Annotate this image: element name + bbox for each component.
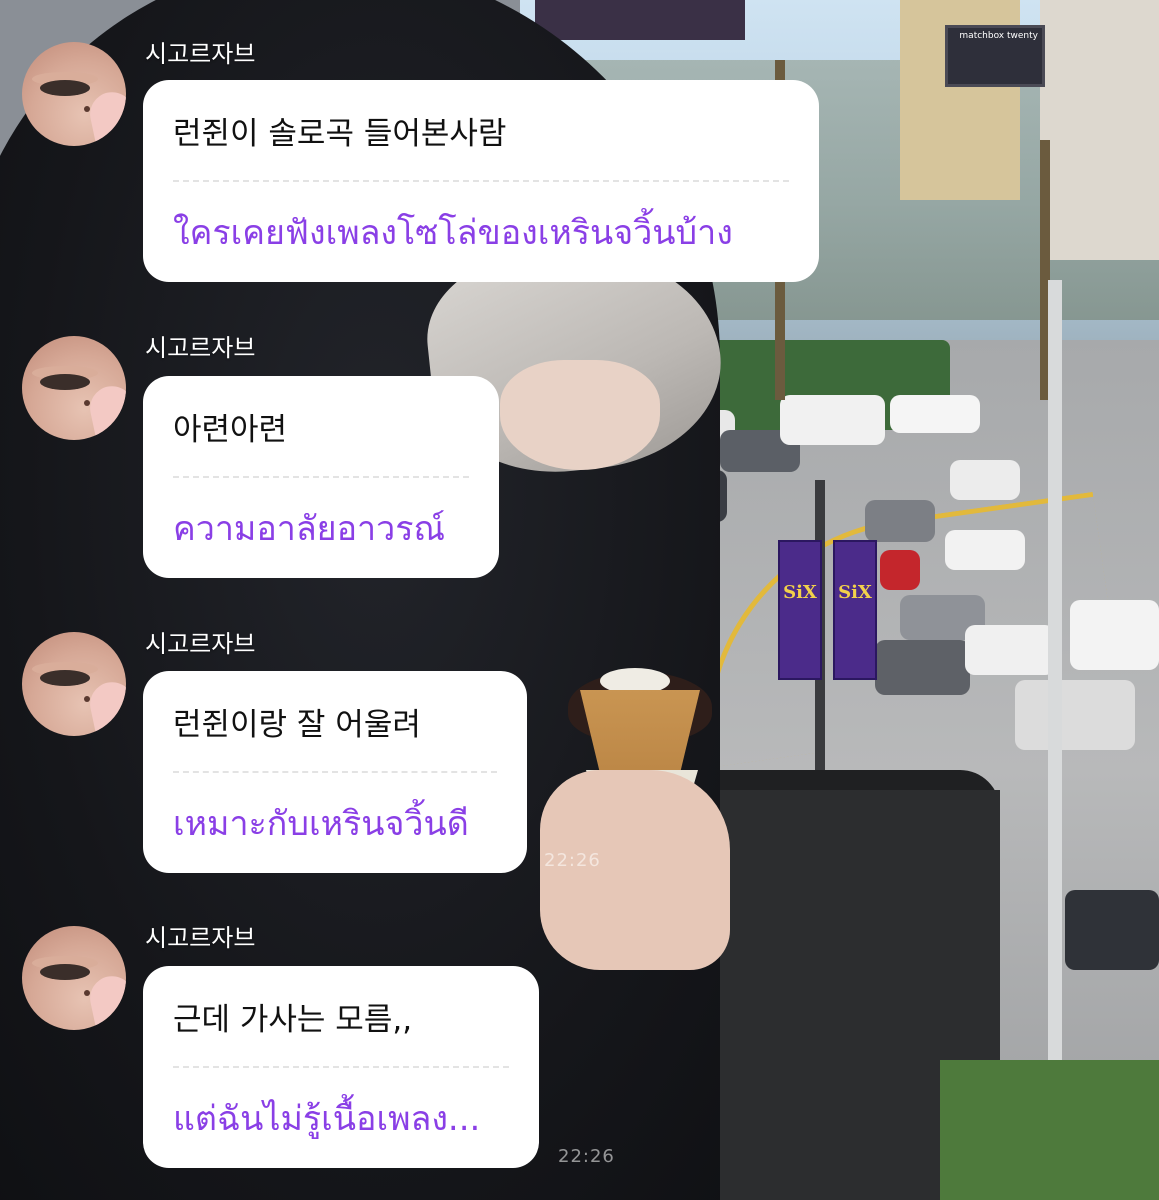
banner: SiX bbox=[778, 540, 822, 680]
avatar-finger bbox=[86, 88, 126, 146]
banner-text: SiX bbox=[838, 582, 872, 603]
avatar[interactable] bbox=[22, 632, 126, 736]
car bbox=[1065, 890, 1159, 970]
banner: SiX bbox=[833, 540, 877, 680]
car bbox=[780, 395, 885, 445]
street-pole bbox=[1048, 280, 1062, 1130]
car bbox=[890, 395, 980, 433]
billboard-top bbox=[535, 0, 745, 40]
avatar-eye bbox=[40, 964, 90, 980]
car bbox=[865, 500, 935, 542]
avatar[interactable] bbox=[22, 336, 126, 440]
avatar-eye bbox=[40, 374, 90, 390]
sender-name: 시고르자브 bbox=[145, 40, 256, 68]
avatar-finger bbox=[86, 678, 126, 736]
message-bubble[interactable]: 런쥔이랑 잘 어울려 เหมาะกับเหรินจวิ้นดี bbox=[143, 671, 527, 873]
car bbox=[875, 640, 970, 695]
sender-name: 시고르자브 bbox=[145, 630, 256, 658]
car bbox=[945, 530, 1025, 570]
car bbox=[965, 625, 1055, 675]
message-text-korean: 근데 가사는 모름,, bbox=[173, 1001, 413, 1038]
car bbox=[1070, 600, 1159, 670]
message-bubble[interactable]: 근데 가사는 모름,, แต่ฉันไม่รู้เนื้อเพลง... bbox=[143, 966, 539, 1168]
avatar-eye bbox=[40, 670, 90, 686]
banner-text: SiX bbox=[783, 582, 817, 603]
message-text-thai: แต่ฉันไม่รู้เนื้อเพลง... bbox=[173, 1099, 481, 1139]
sender-name: 시고르자브 bbox=[145, 334, 256, 362]
message-text-korean: 런쥔이랑 잘 어울려 bbox=[173, 706, 421, 743]
avatar-finger bbox=[86, 382, 126, 440]
billboard: matchbox twenty bbox=[945, 25, 1045, 87]
billboard-text: matchbox twenty bbox=[959, 31, 1038, 41]
timestamp: 22:26 bbox=[544, 850, 601, 871]
car bbox=[880, 550, 920, 590]
message-text-thai: ความอาลัยอาวรณ์ bbox=[173, 509, 446, 549]
message-text-korean: 아련아련 bbox=[173, 411, 288, 448]
message-bubble[interactable]: 아련아련 ความอาลัยอาวรณ์ bbox=[143, 376, 499, 578]
car bbox=[950, 460, 1020, 500]
car bbox=[1015, 680, 1135, 750]
message-text-thai: เหมาะกับเหรินจวิ้นดี bbox=[173, 804, 469, 844]
message-text-korean: 런쥔이 솔로곡 들어본사람 bbox=[173, 115, 507, 152]
avatar[interactable] bbox=[22, 42, 126, 146]
avatar-finger bbox=[86, 972, 126, 1030]
avatar-eye bbox=[40, 80, 90, 96]
avatar[interactable] bbox=[22, 926, 126, 1030]
message-text-thai: ใครเคยฟังเพลงโซโล่ของเหรินจวิ้นบ้าง bbox=[173, 213, 733, 253]
shrubs bbox=[940, 1060, 1159, 1200]
person-face bbox=[500, 360, 660, 470]
building bbox=[1040, 0, 1159, 260]
sender-name: 시고르자브 bbox=[145, 924, 256, 952]
timestamp: 22:26 bbox=[558, 1146, 615, 1167]
message-bubble[interactable]: 런쥔이 솔로곡 들어본사람 ใครเคยฟังเพลงโซโล่ของเหริน… bbox=[143, 80, 819, 282]
